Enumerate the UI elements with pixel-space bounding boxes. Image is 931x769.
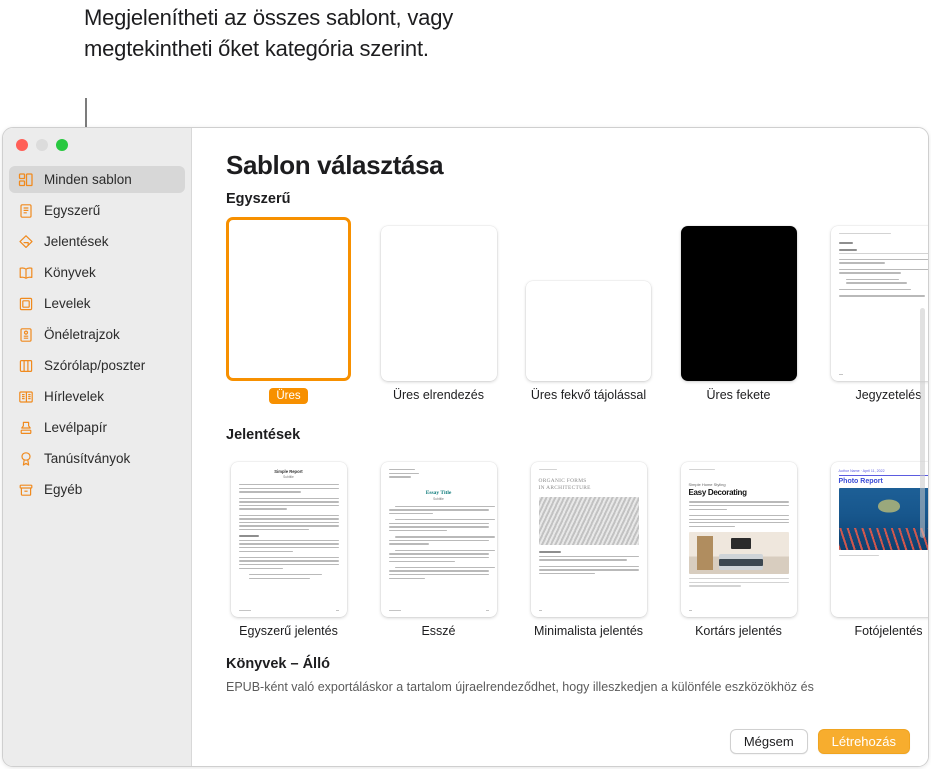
cancel-button[interactable]: Mégsem: [729, 728, 808, 754]
sidebar: Minden sablon Egyszerű Jelentések Könyve…: [3, 128, 192, 766]
thumb-title-line1: ORGANIC FORMS: [538, 478, 587, 485]
sidebar-item-levelpapir[interactable]: Levélpapír: [9, 414, 185, 441]
stationery-icon: [17, 419, 34, 436]
template-tile-egyszeru-jelentes[interactable]: Simple Report Subtitle Egyszerű jelentés: [226, 455, 351, 638]
basic-document-icon: [17, 202, 34, 219]
flyer-poster-icon: [17, 357, 34, 374]
thumb-title: Photo Report: [838, 477, 883, 485]
callout-text: Megjelenítheti az összes sablont, vagy m…: [84, 5, 454, 61]
section-description: EPUB-ként való exportáláskor a tartalom …: [226, 680, 814, 694]
template-thumbnail[interactable]: [226, 217, 351, 381]
reports-icon: [17, 233, 34, 250]
section-egyszeru: Egyszerű Üres Üres elrendezés Üres fekvő…: [192, 191, 928, 409]
all-templates-icon: [17, 171, 34, 188]
close-button-icon[interactable]: [16, 139, 28, 151]
template-tile-ures[interactable]: Üres: [226, 217, 351, 409]
template-thumbnail[interactable]: [680, 226, 797, 381]
template-label: Minimalista jelentés: [533, 624, 644, 638]
template-label: Fotójelentés: [854, 624, 923, 638]
template-label: Üres elrendezés: [392, 388, 484, 402]
sidebar-item-label: Egyszerű: [44, 203, 101, 218]
sidebar-item-egyszeru[interactable]: Egyszerű: [9, 197, 185, 224]
thumb-title: Simple Report: [274, 469, 303, 474]
sidebar-item-label: Minden sablon: [44, 172, 132, 187]
template-tile-ures-fekete[interactable]: Üres fekete: [676, 219, 801, 402]
sidebar-item-hirlevelek[interactable]: Hírlevelek: [9, 383, 185, 410]
template-label: Esszé: [421, 624, 456, 638]
template-thumbnail[interactable]: [526, 281, 651, 381]
template-thumbnail[interactable]: Author Name · April 11, 2022 Photo Repor…: [830, 462, 928, 617]
zoom-button-icon[interactable]: [56, 139, 68, 151]
template-label: Egyszerű jelentés: [239, 624, 338, 638]
template-tile-ures-fekvo[interactable]: Üres fekvő tájolással: [526, 219, 651, 402]
books-icon: [17, 264, 34, 281]
template-tile-essze[interactable]: Essay Title Subtitle Esszé: [376, 455, 501, 638]
vertical-scrollbar[interactable]: [920, 308, 925, 538]
section-heading: Egyszerű: [226, 191, 291, 207]
template-tile-fotojelentes[interactable]: Author Name · April 11, 2022 Photo Repor…: [826, 455, 928, 638]
template-label: Kortárs jelentés: [695, 624, 782, 638]
sidebar-item-minden-sablon[interactable]: Minden sablon: [9, 166, 185, 193]
template-tile-jegyzeteles[interactable]: Jegyzetelés: [826, 219, 928, 402]
template-thumbnail[interactable]: [830, 226, 928, 381]
template-label: Üres: [269, 388, 308, 404]
letters-icon: [17, 295, 34, 312]
thumb-byline: Author Name · April 11, 2022: [838, 469, 885, 473]
main-content: Sablon választása Egyszerű Üres Üres elr…: [192, 128, 928, 766]
page-title: Sablon választása: [226, 150, 444, 180]
template-label: Jegyzetelés: [855, 388, 922, 402]
create-button[interactable]: Létrehozás: [817, 728, 910, 754]
template-thumbnail[interactable]: Simple Home Styling Easy Decorating: [680, 462, 797, 617]
template-tile-ures-elrendezes[interactable]: Üres elrendezés: [376, 219, 501, 402]
sidebar-item-jelentesek[interactable]: Jelentések: [9, 228, 185, 255]
section-heading: Jelentések: [226, 427, 301, 443]
dialog-footer: Mégsem Létrehozás: [192, 716, 928, 766]
template-thumbnail[interactable]: Essay Title Subtitle: [380, 462, 497, 617]
sidebar-item-egyeb[interactable]: Egyéb: [9, 476, 185, 503]
sidebar-item-levelek[interactable]: Levelek: [9, 290, 185, 317]
template-label: Üres fekvő tájolással: [530, 388, 647, 402]
sidebar-item-szorolap-poszter[interactable]: Szórólap/poszter: [9, 352, 185, 379]
resume-icon: [17, 326, 34, 343]
window-controls[interactable]: [16, 139, 68, 151]
template-chooser-window: Minden sablon Egyszerű Jelentések Könyve…: [2, 127, 929, 767]
thumb-subtitle: Subtitle: [433, 496, 444, 501]
sidebar-item-label: Jelentések: [44, 234, 109, 249]
sidebar-item-label: Tanúsítványok: [44, 451, 131, 466]
template-row: Simple Report Subtitle Egyszerű jelentés…: [192, 455, 928, 638]
sidebar-item-label: Szórólap/poszter: [44, 358, 146, 373]
template-tile-kortars-jelentes[interactable]: Simple Home Styling Easy Decorating Kort…: [676, 455, 801, 638]
template-thumbnail[interactable]: ORGANIC FORMS IN ARCHITECTURE: [530, 462, 647, 617]
thumb-eyebrow: Simple Home Styling: [688, 482, 726, 488]
template-label: Üres fekete: [706, 388, 771, 402]
sidebar-item-label: Egyéb: [44, 482, 83, 497]
sidebar-item-oneletrajzok[interactable]: Önéletrajzok: [9, 321, 185, 348]
thumb-title-line2: IN ARCHITECTURE: [538, 485, 591, 492]
misc-icon: [17, 481, 34, 498]
section-heading: Könyvek – Álló: [226, 656, 330, 672]
template-row: Üres Üres elrendezés Üres fekvő tájoláss…: [192, 217, 928, 409]
thumb-title: Easy Decorating: [688, 488, 748, 498]
template-scroll-area[interactable]: Egyszerű Üres Üres elrendezés Üres fekvő…: [192, 191, 928, 766]
sidebar-item-label: Könyvek: [44, 265, 96, 280]
sidebar-item-label: Hírlevelek: [44, 389, 105, 404]
certificate-icon: [17, 450, 34, 467]
sidebar-item-konyvek[interactable]: Könyvek: [9, 259, 185, 286]
sidebar-item-label: Önéletrajzok: [44, 327, 120, 342]
screenshot-root: Megjelenítheti az összes sablont, vagy m…: [0, 0, 931, 769]
newsletter-icon: [17, 388, 34, 405]
sidebar-item-label: Levelek: [44, 296, 91, 311]
section-konyvek-allo: Könyvek – Álló EPUB-ként való exportálás…: [192, 656, 928, 696]
thumb-subtitle: Subtitle: [283, 475, 294, 479]
template-thumbnail[interactable]: [380, 226, 497, 381]
thumb-title: Essay Title: [425, 489, 452, 496]
template-thumbnail[interactable]: Simple Report Subtitle: [230, 462, 347, 617]
sidebar-item-label: Levélpapír: [44, 420, 108, 435]
sidebar-item-tanusitvanyok[interactable]: Tanúsítványok: [9, 445, 185, 472]
minimize-button-icon[interactable]: [36, 139, 48, 151]
sidebar-category-list: Minden sablon Egyszerű Jelentések Könyve…: [9, 166, 185, 507]
section-jelentesek: Jelentések Simple Report Subtitle Egysze…: [192, 427, 928, 638]
template-tile-minimalista-jelentes[interactable]: ORGANIC FORMS IN ARCHITECTURE Minimalist…: [526, 455, 651, 638]
